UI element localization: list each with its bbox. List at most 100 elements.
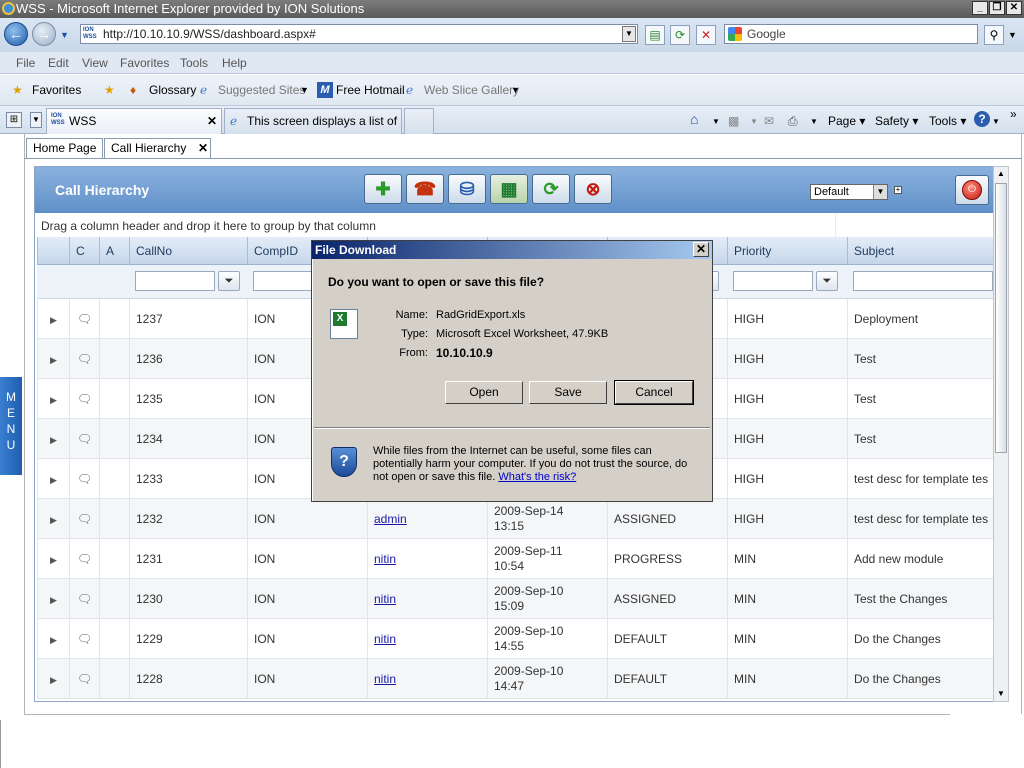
user-link[interactable]: admin [374,512,407,526]
expand-row-icon[interactable]: ▶ [50,595,57,605]
comment-icon[interactable]: 🗨 [69,339,99,379]
mail-icon[interactable]: ✉ [764,114,774,128]
user-link[interactable]: nitin [374,592,396,606]
hierarchy-button[interactable]: ⛁ [448,174,486,204]
command-tools[interactable]: Tools ▾ [929,114,966,128]
expand-row-icon[interactable]: ▶ [50,475,57,485]
comment-icon[interactable]: 🗨 [77,552,92,566]
address-dropdown-icon[interactable]: ▼ [622,26,636,42]
comment-icon[interactable]: 🗨 [69,419,99,459]
fav-glossary[interactable]: Glossary [149,83,196,97]
comment-icon[interactable]: 🗨 [77,632,92,646]
delete-call-button[interactable]: ⊗ [574,174,612,204]
recent-pages-dropdown-icon[interactable]: ▼ [60,30,69,40]
home-dropdown-icon[interactable]: ▼ [712,117,720,126]
cancel-button[interactable]: Cancel [614,380,694,405]
fav-suggested-sites[interactable]: Suggested Sites [218,83,305,97]
logout-button[interactable]: ⏻ [955,175,989,205]
expand-row-icon[interactable]: ▶ [37,659,69,699]
tab-list-dropdown-icon[interactable]: ▼ [30,112,42,128]
add-call-button[interactable]: ✚ [364,174,402,204]
column-header-priority[interactable]: Priority [727,237,847,265]
browser-tab-help[interactable]: ℯ This screen displays a list of ... [224,108,402,152]
open-button[interactable]: Open [445,381,523,404]
command-safety[interactable]: Safety ▾ [875,114,918,128]
expand-row-icon[interactable]: ▶ [50,675,57,685]
minimize-button[interactable]: _ [972,1,988,15]
expand-row-icon[interactable]: ▶ [37,299,69,339]
comment-icon[interactable]: 🗨 [77,312,92,326]
save-button[interactable]: Save [529,381,607,404]
scroll-up-icon[interactable]: ▲ [995,167,1007,181]
search-icon[interactable]: ⚲ [984,25,1004,45]
comment-icon[interactable]: 🗨 [77,352,92,366]
user-link[interactable]: nitin [374,552,396,566]
add-view-icon[interactable]: + [894,186,902,194]
expand-row-icon[interactable]: ▶ [50,555,57,565]
subject-filter-input[interactable] [853,271,993,291]
stop-icon[interactable]: ✕ [696,25,716,45]
expand-row-icon[interactable]: ▶ [50,515,57,525]
fav-web-slice-gallery[interactable]: Web Slice Gallery [424,83,519,97]
filter-icon[interactable]: ⏷ [816,271,838,291]
user-link[interactable]: nitin [374,672,396,686]
comment-icon[interactable]: 🗨 [69,579,99,619]
feeds-dropdown-icon[interactable]: ▼ [750,117,758,126]
expand-row-icon[interactable]: ▶ [37,419,69,459]
comment-icon[interactable]: 🗨 [77,592,92,606]
comment-icon[interactable]: 🗨 [69,499,99,539]
favorites-button[interactable]: Favorites [32,83,81,97]
callno-filter-input[interactable] [135,271,215,291]
page-tab-home[interactable]: Home Page [26,138,104,158]
back-button[interactable]: ← [4,22,28,46]
print-icon[interactable]: ⎙ [788,114,798,129]
expand-row-icon[interactable]: ▶ [50,635,57,645]
add-favorite-icon[interactable]: ★ [104,83,115,97]
comment-icon[interactable]: 🗨 [69,459,99,499]
help-dropdown-icon[interactable]: ▼ [992,117,1000,126]
column-header-callno[interactable]: CallNo [129,237,247,265]
comment-icon[interactable]: 🗨 [77,472,92,486]
dialog-close-button[interactable]: ✕ [693,242,709,257]
expand-row-icon[interactable]: ▶ [50,435,57,445]
column-header-c[interactable]: C [69,237,99,265]
refresh-grid-button[interactable]: ⟳ [532,174,570,204]
table-row[interactable]: ▶ 🗨 1231 ION nitin 2009-Sep-11 10:54 PROGRESS MI… [37,539,993,579]
comment-icon[interactable]: 🗨 [77,392,92,406]
comment-icon[interactable]: 🗨 [69,619,99,659]
comment-icon[interactable]: 🗨 [69,539,99,579]
table-row[interactable]: ▶ 🗨 1229 ION nitin 2009-Sep-10 14:55 DEFAULT MIN… [37,619,993,659]
expand-row-icon[interactable]: ▶ [37,459,69,499]
quick-tabs-icon[interactable]: ⊞ [6,112,22,128]
suggested-sites-dropdown-icon[interactable]: ▼ [300,85,309,95]
assign-call-button[interactable]: ☎ [406,174,444,204]
print-dropdown-icon[interactable]: ▼ [810,117,818,126]
menu-edit[interactable]: Edit [48,56,69,70]
table-row[interactable]: ▶ 🗨 1228 ION nitin 2009-Sep-10 14:47 DEFAULT MIN… [37,659,993,699]
comment-icon[interactable]: 🗨 [69,379,99,419]
browser-tab-wss[interactable]: ION WSS WSS ✕ [46,108,222,134]
comment-icon[interactable]: 🗨 [77,512,92,526]
menu-favorites[interactable]: Favorites [120,56,169,70]
priority-filter-input[interactable] [733,271,813,291]
grid-scrollbar[interactable]: ▲ ▼ [993,166,1009,702]
view-select[interactable]: Default ▼ [810,184,888,200]
risk-link[interactable]: What's the risk? [498,471,576,483]
new-tab-button[interactable] [404,108,434,134]
expand-row-icon[interactable]: ▶ [37,579,69,619]
comment-icon[interactable]: 🗨 [77,672,92,686]
comment-icon[interactable]: 🗨 [69,659,99,699]
home-icon[interactable]: ⌂ [690,111,698,127]
side-menu-button[interactable]: MENU [0,377,22,475]
filter-icon[interactable]: ⏷ [218,271,240,291]
help-icon[interactable]: ? [974,111,990,127]
column-header-subject[interactable]: Subject [847,237,993,265]
menu-help[interactable]: Help [222,56,247,70]
table-row[interactable]: ▶ 🗨 1232 ION admin 2009-Sep-14 13:15 ASSIGNED HI… [37,499,993,539]
expand-row-icon[interactable]: ▶ [37,619,69,659]
refresh-icon[interactable]: ⟳ [670,25,690,45]
command-page[interactable]: Page ▾ [828,114,865,128]
search-options-icon[interactable]: ▼ [1008,30,1017,40]
export-excel-button[interactable]: ▦ [490,174,528,204]
maximize-button[interactable]: ❐ [989,1,1005,15]
